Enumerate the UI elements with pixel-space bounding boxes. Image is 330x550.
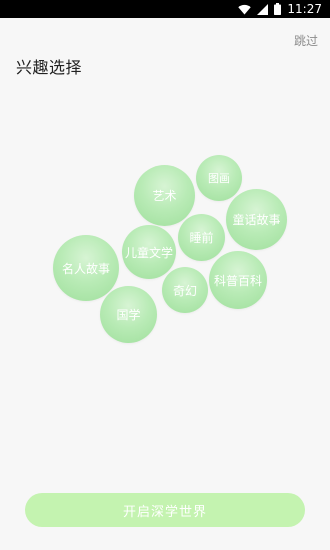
status-time: 11:27 xyxy=(287,2,322,16)
skip-button[interactable]: 跳过 xyxy=(294,32,318,49)
interest-bubble-fairy-tales[interactable]: 童话故事 xyxy=(226,189,287,250)
interest-bubble-famous-stories[interactable]: 名人故事 xyxy=(53,235,119,301)
status-icons: 11:27 xyxy=(238,2,322,16)
interest-bubble-childrens-lit[interactable]: 儿童文学 xyxy=(122,225,176,279)
interest-bubble-science[interactable]: 科普百科 xyxy=(209,251,267,309)
battery-icon xyxy=(274,3,282,15)
interest-bubble-picture[interactable]: 图画 xyxy=(196,155,242,201)
page-title: 兴趣选择 xyxy=(16,58,83,77)
wifi-icon xyxy=(238,4,252,15)
interest-bubble-art[interactable]: 艺术 xyxy=(134,165,195,226)
interest-bubble-fantasy[interactable]: 奇幻 xyxy=(162,267,208,313)
start-button[interactable]: 开启深学世界 xyxy=(25,493,305,527)
signal-icon xyxy=(257,3,269,15)
status-bar: 11:27 xyxy=(0,0,330,18)
interest-bubble-chinese-classics[interactable]: 国学 xyxy=(100,286,157,343)
interest-bubble-bedtime[interactable]: 睡前 xyxy=(178,214,225,261)
